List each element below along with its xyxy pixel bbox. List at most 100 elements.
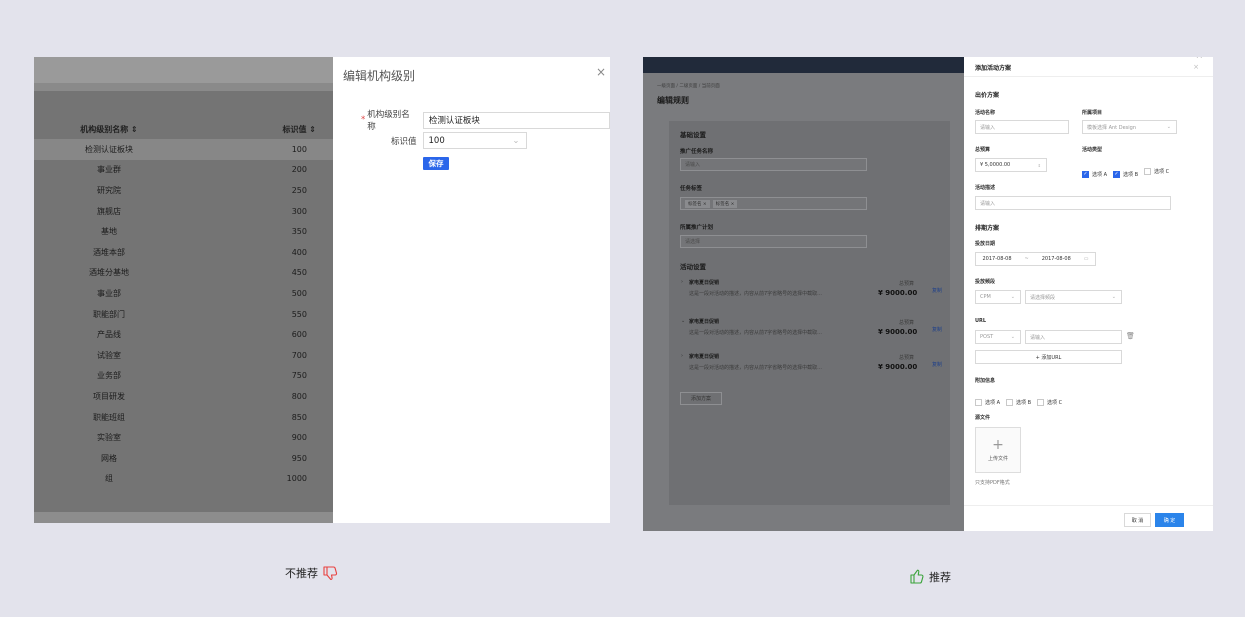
confirm-button[interactable]: 确 定	[1155, 513, 1184, 527]
caption-text: 不推荐	[285, 567, 318, 580]
activity-name-input[interactable]: 请输入	[975, 120, 1069, 134]
checkbox-icon[interactable]	[1006, 399, 1014, 406]
date-range-picker[interactable]: 2017-08-08 ~ 2017-08-08 ▭	[975, 252, 1096, 266]
level-name-cell: 事业部	[97, 288, 121, 298]
delete-icon[interactable]: 🗑	[1126, 332, 1135, 340]
column-header-code[interactable]: 标识值 ⇕	[184, 124, 333, 135]
budget-label: 总预算	[899, 320, 915, 326]
expand-icon[interactable]: ›	[681, 353, 683, 359]
code-form-row: 标识值 100 ⌄	[391, 132, 527, 149]
project-select[interactable]: 模板选择 Ant Design ⌄	[1082, 120, 1177, 134]
budget-amount: ¥ 9000.00	[878, 363, 918, 371]
checkbox-option[interactable]: 选项 A	[975, 399, 1000, 406]
table-row[interactable]: 职能班组 850	[34, 407, 333, 428]
divider	[964, 76, 1213, 77]
copy-link[interactable]: 复制	[932, 361, 942, 368]
checkbox-icon[interactable]: ✓	[1113, 170, 1121, 178]
budget-label: 总预算	[899, 281, 915, 287]
level-name-cell: 事业群	[97, 165, 121, 175]
drawer-title: 添加活动方案	[975, 65, 1012, 72]
cancel-button[interactable]: 取 消	[1124, 513, 1151, 527]
code-label: 标识值	[391, 136, 417, 147]
freq-range-select[interactable]: 请选择频段 ⌄	[1025, 290, 1122, 304]
upload-button[interactable]: + 上传文件	[975, 427, 1021, 473]
checkbox-option[interactable]: 选项 C	[1144, 168, 1169, 175]
close-icon[interactable]: ×	[1193, 63, 1199, 71]
table-row[interactable]: 产品线 600	[34, 324, 333, 345]
thumbs-up-icon	[910, 569, 924, 584]
add-plan-button[interactable]: 添加方案	[680, 392, 722, 405]
url-input[interactable]: 请输入	[1025, 330, 1122, 344]
level-code-cell: 850	[291, 412, 307, 422]
source-file-label: 源文件	[975, 415, 991, 421]
table-row[interactable]: 网格 950	[34, 448, 333, 469]
tag-chip[interactable]: 标签名 ×	[685, 199, 710, 208]
budget-label: 总预算	[899, 355, 915, 361]
task-name-input[interactable]: 请输入	[680, 158, 867, 171]
copy-link[interactable]: 复制	[932, 326, 942, 333]
budget-amount: ¥ 9000.00	[878, 328, 918, 336]
checkbox-option[interactable]: ✓ 选项 B	[1113, 170, 1138, 178]
level-code-cell: 900	[291, 433, 307, 443]
url-method-select[interactable]: POST ⌄	[975, 330, 1021, 344]
table-row[interactable]: 事业部 500	[34, 283, 333, 304]
add-url-button[interactable]: + 添加URL	[975, 350, 1122, 364]
task-tags-input[interactable]: 标签名 × 标签名 ×	[680, 197, 867, 210]
checkbox-option[interactable]: 选项 C	[1037, 399, 1062, 406]
level-name-cell: 酒堆本部	[93, 247, 125, 257]
level-name-cell: 产品线	[97, 330, 121, 340]
activity-title: 家电夏日促销	[689, 280, 720, 286]
table-row[interactable]: 研究院 250	[34, 180, 333, 201]
level-code-cell: 250	[291, 185, 307, 195]
recommended-caption: 推荐	[909, 569, 951, 585]
checkbox-option[interactable]: ✓ 选项 A	[1082, 170, 1107, 178]
extra-info-label: 附加信息	[975, 378, 996, 384]
checkbox-icon[interactable]	[1037, 399, 1045, 406]
close-icon[interactable]: ×	[596, 65, 606, 79]
checkbox-icon[interactable]: ✓	[1082, 170, 1089, 178]
table-row[interactable]: 业务部 750	[34, 366, 333, 387]
table-row[interactable]: 项目研发 800	[34, 386, 333, 407]
checkbox-option[interactable]: 选项 B	[1006, 399, 1031, 406]
table-row[interactable]: 职能部门 550	[34, 304, 333, 325]
checkbox-icon[interactable]	[1144, 168, 1152, 175]
column-header-name[interactable]: 机构级别名称 ⇕	[34, 124, 184, 135]
plan-select[interactable]: 请选择	[680, 235, 867, 248]
table-row[interactable]: 事业群 200	[34, 160, 333, 181]
page-header-mask-2	[34, 83, 333, 91]
checkbox-icon[interactable]	[975, 399, 982, 406]
table-row[interactable]: 基地 350	[34, 221, 333, 242]
freq-label: 投放频段	[975, 279, 996, 285]
code-select[interactable]: 100 ⌄	[422, 132, 527, 149]
level-name-cell: 试验室	[97, 350, 121, 360]
level-code-cell: 950	[291, 453, 307, 463]
freq-value: CPM	[980, 294, 991, 300]
table-row[interactable]: 组 1000	[34, 469, 333, 490]
table-row[interactable]: 酒堆本部 400	[34, 242, 333, 263]
table-row[interactable]: 实验室 900	[34, 427, 333, 448]
table-row[interactable]: 酒堆分基地 450	[34, 263, 333, 284]
budget-input[interactable]: ¥ 5,0000.00 ⇕	[975, 158, 1047, 172]
level-name-input[interactable]: 检测认证板块	[422, 111, 610, 129]
activity-desc-input[interactable]: 请输入	[975, 196, 1171, 210]
level-table: 机构级别名称 ⇕ 标识值 ⇕ 检测认证板块 100 事业群 200 研究院 250 旗舰店 3…	[34, 119, 333, 489]
level-code-cell: 600	[291, 330, 307, 340]
stepper-icon[interactable]: ⇕	[1038, 163, 1041, 168]
activity-title: 家电夏日促销	[689, 319, 720, 325]
freq-type-select[interactable]: CPM ⌄	[975, 290, 1021, 304]
level-name-cell: 组	[105, 474, 113, 484]
tag-chip[interactable]: 标签名 ×	[712, 199, 738, 208]
table-row[interactable]: 旗舰店 300	[34, 201, 333, 222]
expand-icon[interactable]: ⌄	[681, 318, 685, 324]
table-header: 机构级别名称 ⇕ 标识值 ⇕	[34, 119, 333, 139]
table-row[interactable]: 试验室 700	[34, 345, 333, 366]
chevron-down-icon: ⌄	[1166, 124, 1171, 130]
activity-desc: 这是一段对活动的描述，内容从前7字省略号的选择中截取...	[689, 330, 822, 336]
recommended-example: 一级页面 / 二级页面 / 当前页面 编辑规则 基础设置 推广任务名称 请输入 …	[643, 57, 1213, 531]
expand-icon[interactable]: ›	[681, 279, 683, 285]
table-row[interactable]: 检测认证板块 100	[34, 139, 333, 160]
copy-link[interactable]: 复制	[932, 287, 942, 294]
close-icon[interactable]: ×	[1195, 57, 1203, 61]
save-button[interactable]: 保存	[423, 157, 449, 170]
extra-info-checkboxes: 选项 A 选项 B 选项 C	[975, 391, 1068, 410]
